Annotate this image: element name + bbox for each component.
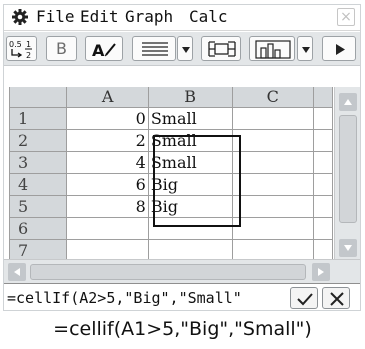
cell-c6[interactable] xyxy=(231,217,314,240)
row-header[interactable]: 1 xyxy=(8,107,68,130)
cell-a7[interactable] xyxy=(66,239,149,259)
scroll-up-button[interactable] xyxy=(339,93,357,111)
cell-d3[interactable] xyxy=(312,151,333,174)
fraction-decimal-toggle[interactable]: 0.5 1 2 xyxy=(6,36,37,61)
cell-d4[interactable] xyxy=(312,173,333,196)
alignment-dropdown[interactable] xyxy=(177,36,193,61)
triangle-down-icon xyxy=(344,245,352,251)
menu-calc[interactable]: Calc xyxy=(189,7,228,27)
bold-button[interactable]: B xyxy=(46,36,77,61)
cell-c5[interactable] xyxy=(231,195,314,218)
close-icon[interactable]: × xyxy=(337,8,355,26)
cell-c4[interactable] xyxy=(231,173,314,196)
menu-edit[interactable]: Edit xyxy=(80,7,119,27)
cell-c2[interactable] xyxy=(231,129,314,152)
corner-cell[interactable] xyxy=(8,87,68,108)
scroll-down-button[interactable] xyxy=(339,239,357,257)
cell-b3[interactable]: Small xyxy=(147,151,233,174)
table-row: 3 4 Small xyxy=(8,151,333,174)
table-row: 7 xyxy=(8,239,333,259)
cell-a3[interactable]: 4 xyxy=(66,151,149,174)
scroll-left-button[interactable] xyxy=(8,263,26,281)
vertical-scrollbar[interactable] xyxy=(334,87,360,259)
cell-b1[interactable]: Small xyxy=(147,107,233,130)
fraction-decimal-icon: 0.5 1 2 xyxy=(9,40,32,60)
cell-d7[interactable] xyxy=(312,239,333,259)
horizontal-scroll-thumb[interactable] xyxy=(30,264,306,280)
cell-d2[interactable] xyxy=(312,129,333,152)
gear-icon[interactable] xyxy=(11,8,29,26)
vertical-scroll-thumb[interactable] xyxy=(339,115,357,223)
formula-input[interactable]: =cellIf(A2>5,"Big","Small" xyxy=(7,288,287,308)
align-lines-icon xyxy=(142,42,168,56)
confirm-button[interactable] xyxy=(290,287,318,309)
cell-c7[interactable] xyxy=(231,239,314,259)
row-header[interactable]: 5 xyxy=(8,195,68,218)
column-header-b[interactable]: B xyxy=(147,87,233,108)
toolbar: 0.5 1 2 B A xyxy=(4,32,360,66)
chart-dropdown[interactable] xyxy=(297,36,313,61)
row-header[interactable]: 4 xyxy=(8,173,68,196)
check-icon xyxy=(297,293,313,306)
cell-a1[interactable]: 0 xyxy=(66,107,149,130)
cell-b7[interactable] xyxy=(147,239,233,259)
table-row: 1 0 Small xyxy=(8,107,333,130)
cell-b2[interactable]: Small xyxy=(147,129,233,152)
cell-b4[interactable]: Big xyxy=(147,173,233,196)
bold-text-button[interactable]: A xyxy=(85,36,123,61)
cell-a2[interactable]: 2 xyxy=(66,129,149,152)
cell-reference-icon xyxy=(208,41,236,57)
column-header-d[interactable] xyxy=(312,87,333,108)
alignment-button[interactable] xyxy=(132,36,176,61)
table-row: 2 2 Small xyxy=(8,129,333,152)
cancel-button[interactable] xyxy=(322,287,350,309)
row-header[interactable]: 6 xyxy=(8,217,68,240)
row-header[interactable]: 3 xyxy=(8,151,68,174)
column-header-row: A B C xyxy=(8,87,333,108)
svg-text:2: 2 xyxy=(26,51,31,60)
svg-text:0.5: 0.5 xyxy=(9,40,22,49)
bold-pen-icon: A xyxy=(92,41,116,60)
close-icon xyxy=(330,292,344,306)
formula-caption: =cellif(A1>5,"Big","Small") xyxy=(53,318,312,340)
spreadsheet-grid[interactable]: A B C 1 0 Small 2 2 Small 3 4 Small 4 6 … xyxy=(4,87,333,259)
table-row: 6 xyxy=(8,217,333,240)
cell-d6[interactable] xyxy=(312,217,333,240)
menu-graph[interactable]: Graph xyxy=(125,7,173,27)
spreadsheet-window: File Edit Graph Calc × 0.5 1 2 B A A B C… xyxy=(3,4,361,311)
column-header-c[interactable]: C xyxy=(231,87,314,108)
cell-b6[interactable] xyxy=(147,217,233,240)
horizontal-scrollbar[interactable] xyxy=(4,259,360,283)
svg-text:A: A xyxy=(92,41,105,60)
scroll-right-button[interactable] xyxy=(312,263,330,281)
bar-chart-icon xyxy=(255,40,291,59)
cell-button[interactable] xyxy=(201,36,241,61)
triangle-up-icon xyxy=(344,99,352,105)
row-header[interactable]: 7 xyxy=(8,239,68,259)
next-button[interactable] xyxy=(322,36,356,61)
triangle-down-icon xyxy=(302,47,310,53)
edit-line: =cellIf(A2>5,"Big","Small" xyxy=(4,283,360,310)
column-header-a[interactable]: A xyxy=(66,87,149,108)
cell-c1[interactable] xyxy=(231,107,314,130)
menu-file[interactable]: File xyxy=(36,7,75,27)
cell-a5[interactable]: 8 xyxy=(66,195,149,218)
cell-a6[interactable] xyxy=(66,217,149,240)
table-row: 5 8 Big xyxy=(8,195,333,218)
table-row: 4 6 Big xyxy=(8,173,333,196)
triangle-down-icon xyxy=(182,47,190,53)
play-icon xyxy=(336,44,345,55)
cell-table: A B C 1 0 Small 2 2 Small 3 4 Small 4 6 … xyxy=(8,87,333,259)
row-header[interactable]: 2 xyxy=(8,129,68,152)
cell-c3[interactable] xyxy=(231,151,314,174)
svg-text:1: 1 xyxy=(26,40,31,49)
cell-a4[interactable]: 6 xyxy=(66,173,149,196)
menu-bar: File Edit Graph Calc × xyxy=(4,5,360,31)
chart-button[interactable] xyxy=(249,36,295,61)
cell-d5[interactable] xyxy=(312,195,333,218)
triangle-right-icon xyxy=(318,268,324,276)
cell-b5[interactable]: Big xyxy=(147,195,233,218)
cell-d1[interactable] xyxy=(312,107,333,130)
triangle-left-icon xyxy=(14,268,20,276)
